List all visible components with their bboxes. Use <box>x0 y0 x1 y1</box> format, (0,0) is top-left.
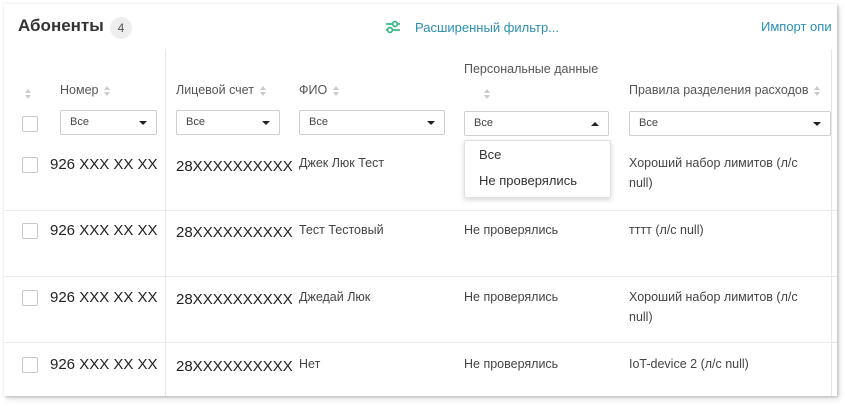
subscriber-name: Джек Люк Тест <box>299 156 385 170</box>
count-badge: 4 <box>110 17 132 39</box>
expense-rule-line: Хороший набор лимитов (л/с <box>629 156 798 170</box>
row-divider <box>4 342 837 343</box>
expense-rule: Хороший набор лимитов (л/с null) <box>629 287 798 327</box>
chevron-down-icon <box>139 121 147 125</box>
expense-rule-line: IoT-device 2 (л/с null) <box>629 357 749 371</box>
filter-sliders-icon <box>386 20 400 34</box>
sort-icon[interactable] <box>484 88 491 99</box>
select-all-checkbox[interactable] <box>22 116 38 132</box>
personal-data-status: Не проверялись <box>464 290 559 304</box>
row-divider <box>4 210 837 211</box>
row-checkbox[interactable] <box>22 223 38 239</box>
header-number-label: Номер <box>60 83 99 97</box>
dropdown-option-unchecked[interactable]: Не проверялись <box>479 173 577 188</box>
filter-personal-select[interactable]: Все <box>464 111 609 136</box>
chevron-down-icon <box>427 121 435 125</box>
filter-account-select[interactable]: Все <box>176 110 280 135</box>
subscribers-panel: Абоненты 4 Расширенный фильтр... Импорт … <box>4 4 837 396</box>
expense-rule: тттт (л/с null) <box>629 220 704 240</box>
filter-rules-value: Все <box>639 117 658 129</box>
phone-number[interactable]: 926 XXX XX XX <box>50 289 158 306</box>
chevron-down-icon <box>813 122 821 126</box>
filter-name-value: Все <box>309 116 328 128</box>
header-name[interactable]: ФИО <box>299 83 340 97</box>
sort-icon <box>814 85 821 96</box>
sort-icon <box>259 85 267 96</box>
page-title: Абоненты <box>18 16 104 35</box>
sort-icon <box>104 85 111 96</box>
expense-rule: IoT-device 2 (л/с null) <box>629 354 749 374</box>
column-divider <box>165 49 166 396</box>
row-divider <box>4 276 837 277</box>
filter-number-select[interactable]: Все <box>60 110 157 135</box>
header-personal-label: Персональные данные <box>464 62 599 76</box>
filter-name-select[interactable]: Все <box>299 110 445 135</box>
header-account-label: Лицевой счет <box>176 83 254 97</box>
header-account[interactable]: Лицевой счет <box>176 83 267 97</box>
personal-data-status: Не проверялись <box>464 223 559 237</box>
phone-number[interactable]: 926 XXX XX XX <box>50 356 158 373</box>
header-rules-label: Правила разделения расходов <box>629 83 809 97</box>
sort-icon[interactable] <box>25 88 32 99</box>
sort-icon <box>333 85 340 96</box>
phone-number[interactable]: 926 XXX XX XX <box>50 156 158 173</box>
account-number: 28XXXXXXXXXX <box>176 158 293 175</box>
account-number: 28XXXXXXXXXX <box>176 291 293 308</box>
filter-number-value: Все <box>70 116 89 128</box>
subscriber-name: Джедай Люк <box>299 290 371 304</box>
phone-number[interactable]: 926 XXX XX XX <box>50 222 158 239</box>
subscriber-name: Нет <box>299 357 321 371</box>
expense-rule-line: null) <box>629 176 653 190</box>
expense-rule-line: null) <box>629 310 653 324</box>
personal-filter-dropdown: Все Не проверялись <box>464 140 611 198</box>
advanced-filter-label: Расширенный фильтр... <box>415 19 560 35</box>
header-number[interactable]: Номер <box>60 83 111 97</box>
advanced-filter-button[interactable]: Расширенный фильтр... <box>385 18 559 36</box>
account-number: 28XXXXXXXXXX <box>176 224 293 241</box>
filter-personal-value: Все <box>474 117 493 129</box>
expense-rule-line: тттт (л/с null) <box>629 223 704 237</box>
column-divider <box>831 49 832 396</box>
header-personal[interactable]: Персональные данные <box>464 62 598 76</box>
chevron-down-icon <box>262 121 270 125</box>
filter-rules-select[interactable]: Все <box>629 111 831 136</box>
row-checkbox[interactable] <box>22 157 38 173</box>
account-number: 28XXXXXXXXXX <box>176 358 293 375</box>
filter-account-value: Все <box>186 116 205 128</box>
import-link[interactable]: Импорт опи <box>761 19 832 34</box>
chevron-up-icon <box>591 122 599 126</box>
expense-rule-line: Хороший набор лимитов (л/с <box>629 290 798 304</box>
expense-rule: Хороший набор лимитов (л/с null) <box>629 153 798 193</box>
row-checkbox[interactable] <box>22 357 38 373</box>
dropdown-option-all[interactable]: Все <box>479 147 501 162</box>
subscriber-name: Тест Тестовый <box>299 223 384 237</box>
header-name-label: ФИО <box>299 83 328 97</box>
header-rules[interactable]: Правила разделения расходов <box>629 83 821 97</box>
row-checkbox[interactable] <box>22 290 38 306</box>
personal-data-status: Не проверялись <box>464 357 559 371</box>
